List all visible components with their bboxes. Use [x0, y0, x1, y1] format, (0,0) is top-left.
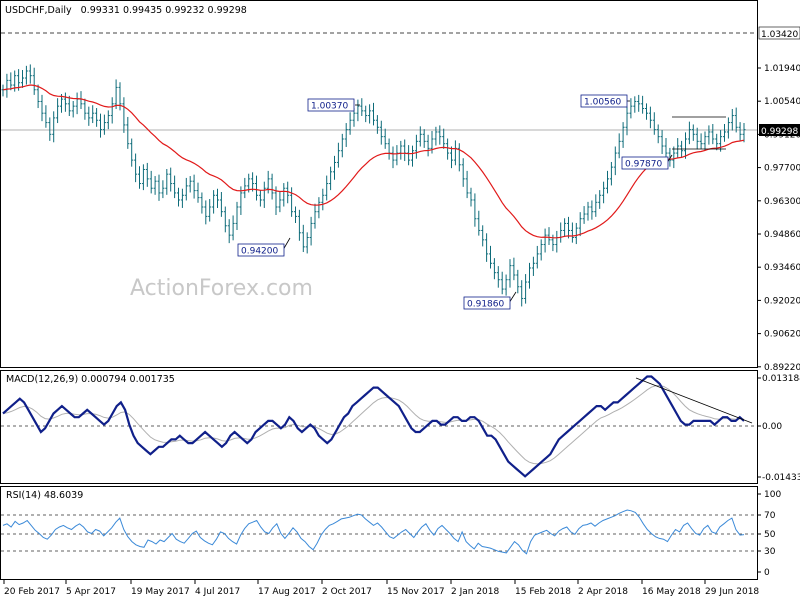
time-tick-label: 5 Apr 2017 — [66, 587, 116, 597]
ohlc-values: 0.99331 0.99435 0.99232 0.99298 — [81, 5, 247, 16]
rsi-title: RSI(14) 48.6039 — [6, 490, 83, 501]
chart: ActionForex.com 1.00370 0.94200 0.91860 1.0… — [0, 0, 800, 600]
rsi-tick-label: 70 — [764, 511, 776, 521]
price-tick-label: 1.01940 — [764, 64, 800, 74]
time-tick-label: 19 May 2017 — [131, 587, 190, 597]
macd-tick-label: 0.013184 — [762, 374, 800, 384]
price-tick-label: 0.96300 — [764, 197, 800, 207]
time-tick-label: 16 May 2018 — [642, 587, 701, 597]
rsi-tick-label: 50 — [764, 530, 776, 540]
time-tick-label: 2 Oct 2017 — [322, 587, 372, 597]
time-tick-label: 29 Jun 2018 — [705, 587, 759, 597]
chart-title: USDCHF,Daily 0.99331 0.99435 0.99232 0.9… — [5, 5, 247, 16]
price-tick-label: 0.90620 — [764, 330, 800, 340]
watermark: ActionForex.com — [130, 276, 313, 301]
rsi-tick-label: 0 — [764, 568, 770, 578]
time-tick-label: 15 Feb 2018 — [515, 587, 571, 597]
rsi-tick-label: 30 — [764, 547, 776, 557]
time-tick-label: 20 Feb 2017 — [4, 587, 60, 597]
svg-text:0.91860: 0.91860 — [467, 300, 504, 310]
time-tick-label: 15 Nov 2017 — [387, 587, 445, 597]
macd-title: MACD(12,26,9) 0.000794 0.001735 — [6, 374, 175, 385]
price-tick-label: 1.00540 — [764, 97, 800, 107]
time-tick-label: 2 Apr 2018 — [578, 587, 628, 597]
svg-text:1.00370: 1.00370 — [311, 102, 348, 112]
time-tick-label: 2 Jan 2018 — [451, 587, 499, 597]
price-tick-label: 0.92020 — [764, 296, 800, 306]
svg-text:1.00560: 1.00560 — [584, 98, 621, 108]
macd-tick-label: 0.00 — [762, 422, 782, 432]
level-line-label: 1.03420 — [761, 30, 798, 40]
rsi-tick-label: 100 — [764, 490, 781, 500]
price-tick-label: 0.93460 — [764, 263, 800, 273]
svg-text:0.94200: 0.94200 — [241, 247, 278, 257]
price-annotation: 0.97870 — [621, 154, 673, 170]
time-tick-label: 4 Jul 2017 — [195, 587, 240, 597]
svg-text:0.97870: 0.97870 — [625, 160, 662, 170]
price-annotation: 1.00370 — [307, 98, 360, 112]
time-tick-label: 17 Aug 2017 — [258, 587, 316, 597]
macd-tick-label: -0.014339 — [762, 473, 800, 483]
price-tick-label: 0.94860 — [764, 230, 800, 240]
last-price-label: 0.99298 — [761, 127, 798, 137]
symbol-title: USDCHF,Daily — [5, 5, 72, 16]
price-annotation: 1.00560 — [580, 94, 630, 108]
price-tick-label: 0.89220 — [764, 363, 800, 373]
price-tick-label: 0.97700 — [764, 164, 800, 174]
